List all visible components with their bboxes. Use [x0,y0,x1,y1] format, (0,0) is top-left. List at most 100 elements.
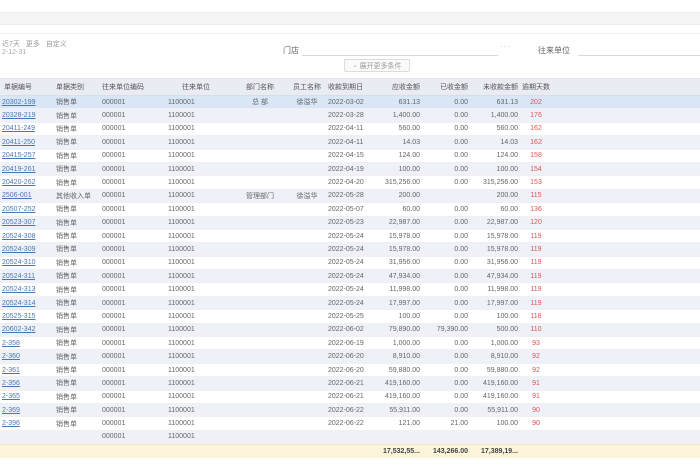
doc-number-link[interactable]: 2-396 [2,420,20,427]
date-range-value[interactable]: 2-12-31 [2,49,71,57]
cell-due-date: 2022-06-19 [328,340,372,347]
cell-partner-code: 000001 [98,125,158,132]
cell-overdue-days: 115 [518,192,554,199]
col-header-department[interactable]: 部门名称 [234,82,286,92]
table-row[interactable]: 20523-307 销售单 000001 1100001 2022-05-23 … [0,217,700,230]
table-row[interactable]: 20524-309 销售单 000001 1100001 2022-05-24 … [0,243,700,256]
col-header-overdue-days[interactable]: 逾期天数 [518,82,554,92]
table-row[interactable]: 2-369 销售单 000001 1100001 2022-06-22 55,9… [0,404,700,417]
col-header-doc-number[interactable]: 单据编号 [0,82,52,92]
date-custom-link[interactable]: 自定义 [46,41,67,48]
table-row[interactable]: 20602-342 销售单 000001 1100001 2022-06-02 … [0,324,700,337]
table-row[interactable]: 20411-250 销售单 000001 1100001 2022-04-11 … [0,136,700,149]
col-header-partner-unit[interactable]: 往来单位 [158,82,234,92]
cell-received: 0.00 [420,393,468,400]
doc-number-link[interactable]: 2-361 [2,367,20,374]
cell-receivable: 59,880.00 [372,367,420,374]
table-row[interactable]: 2-358 销售单 000001 1100001 2022-06-19 1,00… [0,337,700,350]
doc-number-link[interactable]: 20524-309 [2,246,35,253]
expand-more-conditions-button[interactable]: ⌄ 展开更多条件 [344,59,410,72]
doc-number-link[interactable]: 2-358 [2,340,20,347]
doc-number-link[interactable]: 20524-308 [2,233,35,240]
cell-overdue-days: 119 [518,233,554,240]
table-row[interactable]: 2-360 销售单 000001 1100001 2022-06-20 8,91… [0,350,700,363]
cell-receivable: 22,987.00 [372,219,420,226]
partner-input[interactable] [578,42,700,56]
doc-number-link[interactable]: 2-369 [2,407,20,414]
table-row[interactable]: 20524-314 销售单 000001 1100001 2022-05-24 … [0,297,700,310]
cell-received: 0.00 [420,112,468,119]
table-row[interactable]: 2506-001 其他收入单 000001 1100001 管理部门 徐溢华 2… [0,190,700,203]
date-more-link[interactable]: 更多 [26,41,40,48]
cell-due-date: 2022-05-24 [328,233,372,240]
doc-number-link[interactable]: 20419-261 [2,166,35,173]
table-row[interactable]: 20524-311 销售单 000001 1100001 2022-05-24 … [0,270,700,283]
doc-number-link[interactable]: 20420-262 [2,179,35,186]
cell-receivable: 31,956.00 [372,259,420,266]
store-input[interactable] [302,42,498,56]
cell-due-date: 2022-04-15 [328,152,372,159]
table-row[interactable]: 2-365 销售单 000001 1100001 2022-06-21 419,… [0,391,700,404]
doc-number-link[interactable]: 2506-001 [2,192,32,199]
doc-number-link[interactable]: 20524-314 [2,300,35,307]
doc-number-link[interactable]: 20523-307 [2,219,35,226]
doc-number-link[interactable]: 2-356 [2,380,20,387]
table-row[interactable]: 20524-308 销售单 000001 1100001 2022-05-24 … [0,230,700,243]
cell-overdue-days: 136 [518,206,554,213]
doc-number-link[interactable]: 20415-257 [2,152,35,159]
doc-number-link[interactable]: 20524-313 [2,286,35,293]
doc-number-link[interactable]: 20525-315 [2,313,35,320]
table-row[interactable]: 20420-262 销售单 000001 1100001 2022-04-20 … [0,176,700,189]
cell-due-date: 2022-05-28 [328,192,372,199]
doc-number-link[interactable]: 20524-310 [2,259,35,266]
table-row[interactable]: 20302-199 销售单 000001 1100001 总 部 徐溢华 202… [0,96,700,109]
doc-number-link[interactable]: 2-365 [2,393,20,400]
col-header-received[interactable]: 已收金额 [420,82,468,92]
table-row[interactable]: 20507-252 销售单 000001 1100001 2022-05-07 … [0,203,700,216]
col-header-doc-type[interactable]: 单据类别 [52,82,98,92]
col-header-unreceived[interactable]: 未收款金额 [468,82,518,92]
col-header-due-date[interactable]: 收款到期日 [328,82,372,92]
cell-doc-type: 销售单 [52,298,98,308]
table-row[interactable]: 20328-219 销售单 000001 1100001 2022-03-28 … [0,109,700,122]
doc-number-link[interactable]: 20507-252 [2,206,35,213]
cell-doc-type: 销售单 [52,271,98,281]
table-row[interactable]: 2-361 销售单 000001 1100001 2022-06-20 59,8… [0,364,700,377]
table-row[interactable]: 2-396 销售单 000001 1100001 2022-06-22 121.… [0,417,700,430]
table-row[interactable]: 20525-315 销售单 000001 1100001 2022-05-25 … [0,310,700,323]
doc-number-link[interactable]: 20602-342 [2,326,35,333]
table-row[interactable]: 000001 1100001 [0,431,700,444]
doc-number-link[interactable]: 20411-249 [2,125,35,132]
table-row[interactable]: 2-356 销售单 000001 1100001 2022-06-21 419,… [0,377,700,390]
cell-receivable: 315,256.00 [372,179,420,186]
cell-overdue-days: 118 [518,313,554,320]
table-row[interactable]: 20415-257 销售单 000001 1100001 2022-04-15 … [0,150,700,163]
doc-number-link[interactable]: 20328-219 [2,112,35,119]
col-header-receivable[interactable]: 应收金额 [372,82,420,92]
store-picker-icon[interactable]: ··· [500,42,511,51]
doc-number-link[interactable]: 2-360 [2,353,20,360]
doc-number-link[interactable]: 20302-199 [2,99,35,106]
cell-overdue-days: 92 [518,367,554,374]
cell-overdue-days: 119 [518,273,554,280]
table-row[interactable]: 20419-261 销售单 000001 1100001 2022-04-19 … [0,163,700,176]
cell-received: 79,390.00 [420,326,468,333]
col-header-partner-code[interactable]: 往来单位编码 [98,82,158,92]
cell-overdue-days: 158 [518,152,554,159]
doc-number-link[interactable]: 20524-311 [2,273,35,280]
cell-unreceived: 100.00 [468,166,518,173]
cell-partner-unit: 1100001 [158,233,234,240]
cell-partner-unit: 1100001 [158,192,234,199]
cell-employee: 徐溢华 [286,191,328,201]
cell-partner-unit: 1100001 [158,139,234,146]
date-quick-last7-link[interactable]: 近7天 [2,41,20,48]
table-row[interactable]: 20524-310 销售单 000001 1100001 2022-05-24 … [0,257,700,270]
table-row[interactable]: 20411-249 销售单 000001 1100001 2022-04-11 … [0,123,700,136]
cell-due-date: 2022-06-21 [328,393,372,400]
cell-doc-type: 销售单 [52,338,98,348]
col-header-employee[interactable]: 员工名称 [286,82,328,92]
doc-number-link[interactable]: 20411-250 [2,139,35,146]
cell-receivable: 15,978.00 [372,246,420,253]
cell-receivable: 11,998.00 [372,286,420,293]
table-row[interactable]: 20524-313 销售单 000001 1100001 2022-05-24 … [0,283,700,296]
